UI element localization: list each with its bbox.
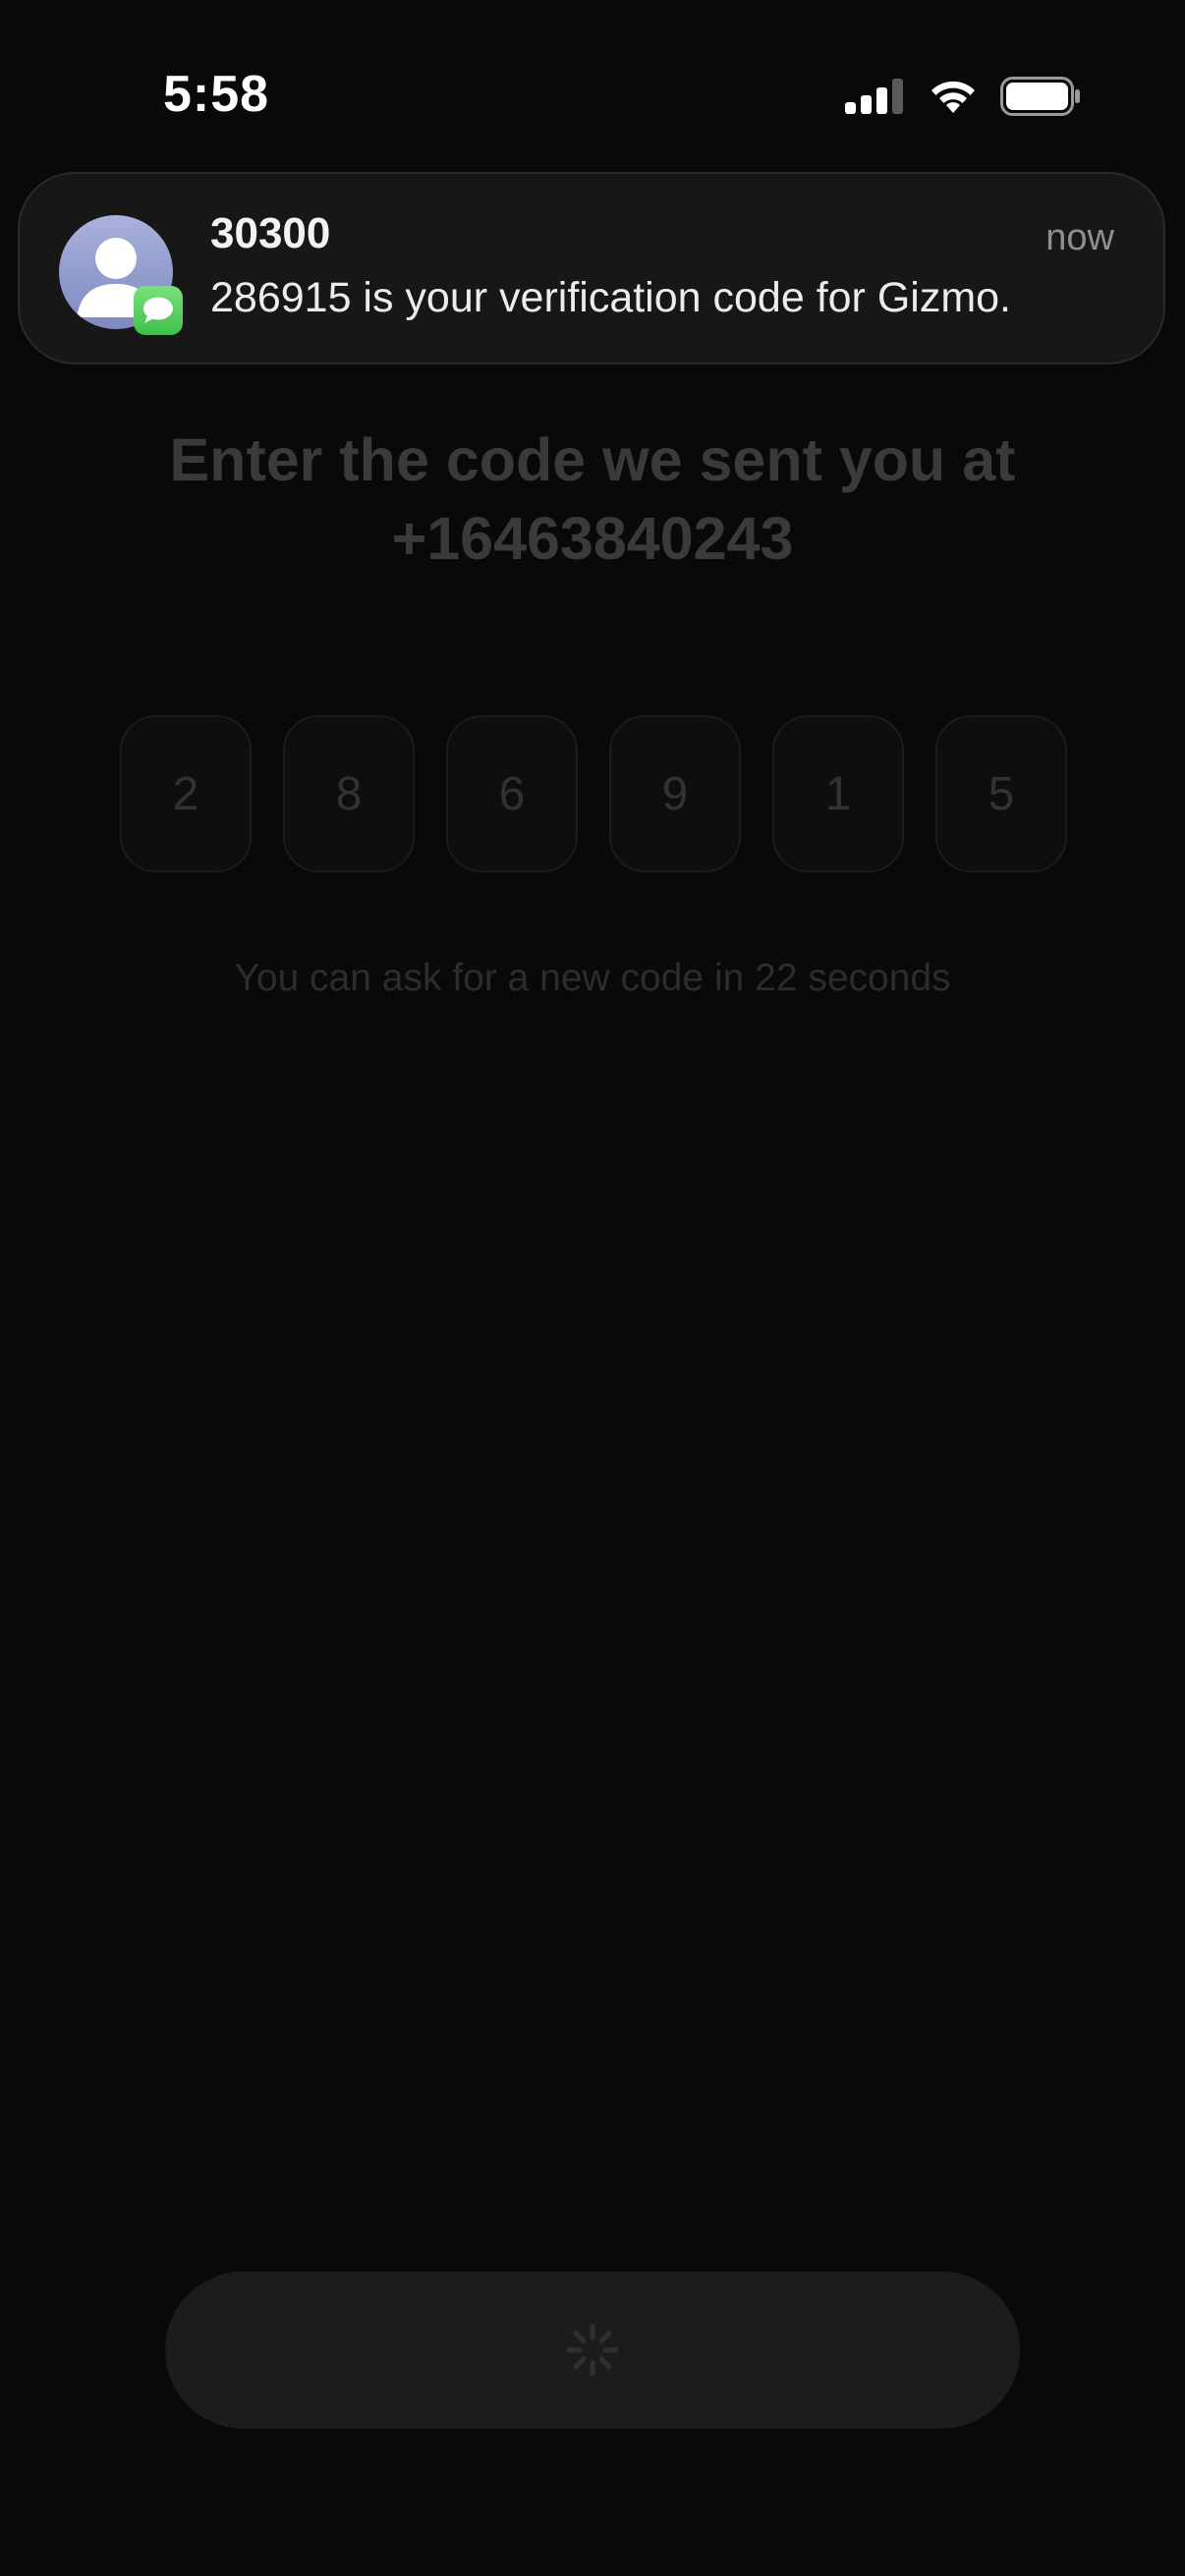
code-digit-4[interactable]: 9 <box>609 715 741 872</box>
wifi-icon <box>931 81 975 113</box>
battery-icon <box>1000 77 1080 116</box>
code-digit-3[interactable]: 6 <box>446 715 578 872</box>
verification-code-input[interactable]: 2 8 6 9 1 5 <box>120 715 1067 872</box>
status-time: 5:58 <box>163 66 270 123</box>
page-title: Enter the code we sent you at +164638402… <box>0 420 1185 578</box>
code-digit-1[interactable]: 2 <box>120 715 252 872</box>
resend-countdown-text: You can ask for a new code in 22 seconds <box>234 957 951 999</box>
code-digit-6[interactable]: 5 <box>935 715 1067 872</box>
messages-icon <box>134 286 183 335</box>
cellular-signal-icon <box>845 79 903 114</box>
loading-spinner-icon <box>566 2324 619 2377</box>
page-title-line1: Enter the code we sent you at <box>169 426 1016 493</box>
notification-time: now <box>1045 217 1114 258</box>
status-icons <box>845 75 1081 118</box>
status-bar: 5:58 <box>0 0 1185 187</box>
sms-notification-banner[interactable]: 30300 now 286915 is your verification co… <box>18 172 1165 364</box>
notification-sender: 30300 <box>210 209 331 257</box>
continue-button[interactable] <box>165 2271 1020 2429</box>
code-digit-2[interactable]: 8 <box>283 715 415 872</box>
notification-message: 286915 is your verification code for Giz… <box>210 274 1012 321</box>
code-digit-5[interactable]: 1 <box>772 715 904 872</box>
phone-number: +16463840243 <box>391 505 794 572</box>
